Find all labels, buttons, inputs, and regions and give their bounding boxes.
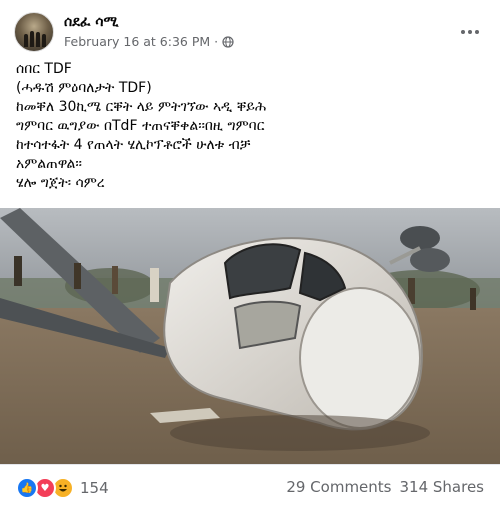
post-timestamp[interactable]: February 16 at 6:36 PM [64, 34, 210, 49]
post-meta: February 16 at 6:36 PM · [64, 34, 234, 49]
post-card: ሰደፈ ሳሚ February 16 at 6:36 PM · ሰበር TDF … [0, 0, 500, 508]
post-footer: 👍 ♥ 154 29 Comments 314 Shares [0, 464, 500, 508]
engagement-counts: 29 Comments 314 Shares [286, 478, 484, 496]
like-icon: 👍 [16, 477, 38, 499]
more-options-icon [461, 30, 465, 34]
more-options-icon-dot [468, 30, 472, 34]
post-text-line: ሰበር TDF [16, 61, 72, 77]
shares-count[interactable]: 314 Shares [400, 478, 485, 496]
post-text-line: ከመቐለ 30ኪሜ ርቐት ላይ ምትገኘው ኣዲ ቐይሕ [16, 99, 267, 115]
reaction-count: 154 [80, 479, 109, 497]
post-text-line: አምልጠዋል፡፡ [16, 156, 82, 172]
post-photo[interactable] [0, 208, 500, 464]
post-text: ሰበር TDF (ሓዱሽ ምዕባለታት TDF) ከመቐለ 30ኪሜ ርቐት ላ… [16, 60, 486, 193]
avatar[interactable] [14, 12, 54, 52]
page-name[interactable]: ሰደፈ ሳሚ [64, 14, 118, 30]
comments-count[interactable]: 29 Comments [286, 478, 391, 496]
post-header: ሰደፈ ሳሚ February 16 at 6:36 PM · [14, 12, 486, 54]
post-text-line: ከተሳተፋት 4 የጠላት ሄሊኮፕቶሮች ሁለቱ ብቻ [16, 137, 251, 153]
globe-icon [222, 35, 234, 48]
meta-separator: · [214, 34, 219, 49]
more-options-button[interactable] [458, 20, 482, 44]
post-text-line: (ሓዱሽ ምዕባለታት TDF) [16, 80, 152, 96]
post-text-line: ግምባር ዉግያው በTdF ተጠናቐቀል፡፡በዚ ግምባር [16, 118, 265, 134]
more-options-icon-dot [475, 30, 479, 34]
post-text-line: ሄሎ ግጀት፡ ሳምረ [16, 175, 105, 191]
reactions-summary[interactable]: 👍 ♥ 154 [16, 477, 109, 499]
